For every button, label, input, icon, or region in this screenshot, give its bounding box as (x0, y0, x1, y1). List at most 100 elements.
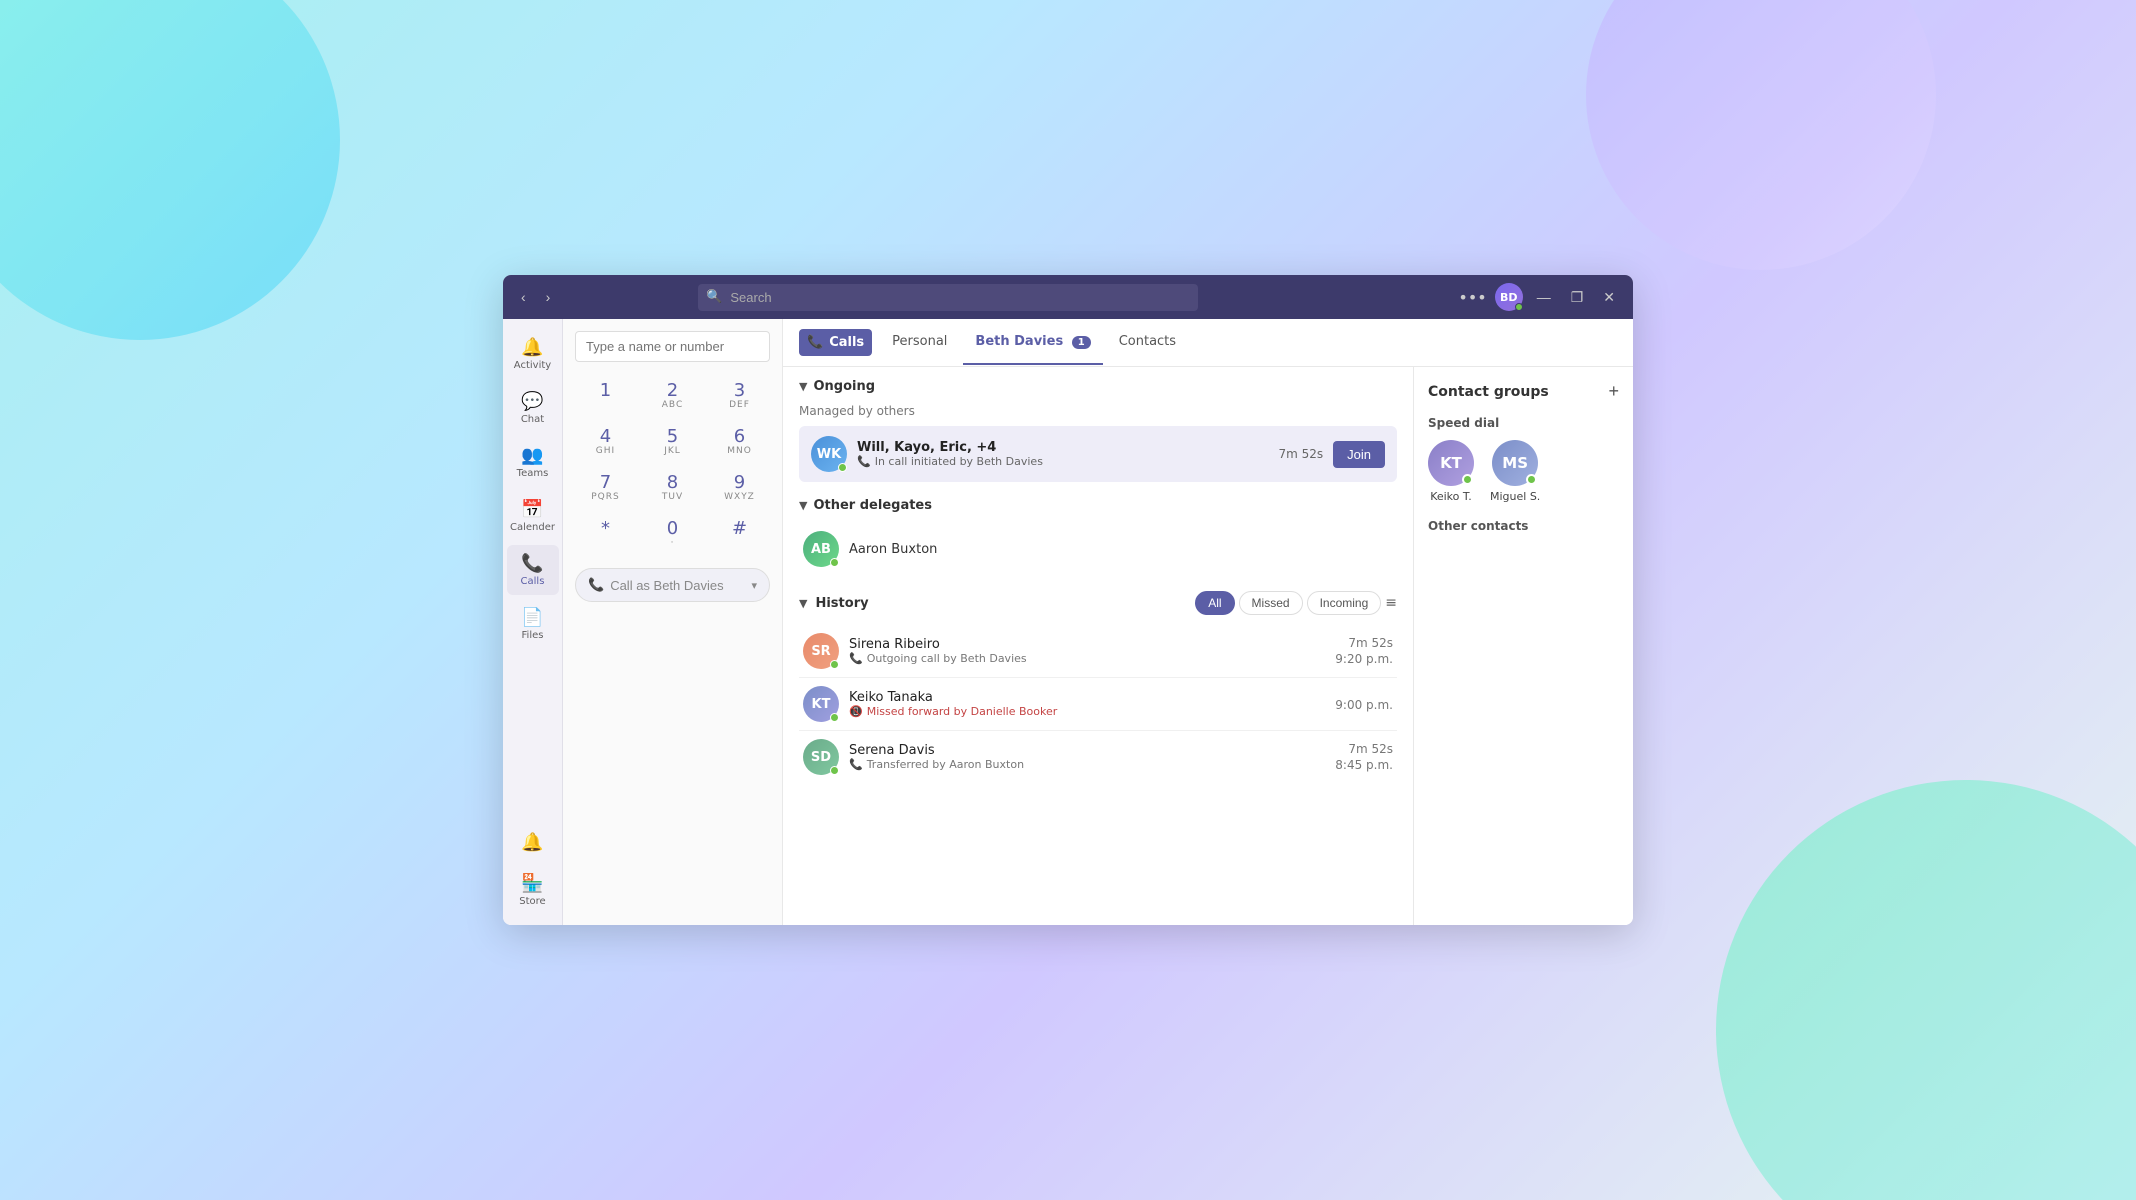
dial-key-2[interactable]: 2ABC (642, 376, 703, 416)
activity-icon: 🔔 (521, 337, 543, 358)
dial-key-3[interactable]: 3DEF (709, 376, 770, 416)
speed-dial-status-dot-keiko (1462, 474, 1473, 485)
sidebar-item-calender[interactable]: 📅 Calender (507, 491, 559, 541)
calls-main: ▼ Ongoing Managed by others WK Will, Kay… (783, 367, 1633, 925)
filter-options-icon[interactable]: ≡ (1385, 595, 1397, 611)
sidebar-item-teams[interactable]: 👥 Teams (507, 437, 559, 487)
filter-missed-button[interactable]: Missed (1239, 591, 1303, 615)
history-avatar-wrap: KT (803, 686, 839, 722)
history-right: 7m 52s 9:20 p.m. (1335, 636, 1393, 666)
ongoing-section-header: ▼ Ongoing (799, 379, 1397, 394)
history-info: Serena Davis 📞 Transferred by Aaron Buxt… (849, 743, 1325, 771)
minimize-button[interactable]: — (1531, 287, 1557, 307)
ongoing-avatar-wrap: WK (811, 436, 847, 472)
dialpad-search-input[interactable] (575, 331, 770, 362)
ongoing-title: Ongoing (813, 379, 875, 394)
tab-personal[interactable]: Personal (880, 320, 959, 365)
phone-icon: 📞 (588, 577, 604, 593)
sidebar-item-label: Files (522, 630, 544, 641)
sidebar-item-chat[interactable]: 💬 Chat (507, 383, 559, 433)
ongoing-call-name: Will, Kayo, Eric, +4 (857, 440, 1268, 455)
dial-key-0[interactable]: 0· (642, 514, 703, 554)
history-status-dot (830, 713, 839, 722)
calls-title: Calls (829, 335, 864, 350)
nav-forward-button[interactable]: › (540, 287, 557, 307)
dial-key-8[interactable]: 8TUV (642, 468, 703, 508)
search-input[interactable] (698, 284, 1198, 311)
add-contact-group-button[interactable]: + (1608, 381, 1619, 402)
history-title: History (815, 596, 868, 611)
missed-call-icon: 📵 (849, 705, 863, 718)
calls-tab-icon: 📞 Calls (799, 329, 872, 356)
sidebar-item-label: Teams (517, 468, 549, 479)
join-button[interactable]: Join (1333, 441, 1385, 468)
dial-key-7[interactable]: 7PQRS (575, 468, 636, 508)
history-avatar-wrap: SD (803, 739, 839, 775)
calls-phone-icon: 📞 (807, 335, 823, 350)
call-button-label: Call as Beth Davies (610, 578, 723, 593)
chevron-down-icon: ▾ (751, 579, 757, 592)
right-panel: Contact groups + Speed dial KT Keiko T. (1413, 367, 1633, 925)
tab-contacts[interactable]: Contacts (1107, 320, 1188, 365)
history-time: 9:00 p.m. (1335, 698, 1393, 712)
history-row: KT Keiko Tanaka 📵 Missed forward by Dani… (799, 678, 1397, 731)
dial-key-5[interactable]: 5JKL (642, 422, 703, 462)
notification-bell-icon: 🔔 (521, 832, 543, 853)
dial-key-1[interactable]: 1 (575, 376, 636, 416)
dial-key-9[interactable]: 9WXYZ (709, 468, 770, 508)
speed-dial-avatar-keiko: KT (1428, 440, 1474, 486)
history-collapse-arrow[interactable]: ▼ (799, 597, 807, 610)
sidebar-item-label: Activity (514, 360, 551, 371)
history-name: Keiko Tanaka (849, 690, 1325, 705)
sidebar-item-label: Calender (510, 522, 555, 533)
speed-dial-name-miguel: Miguel S. (1490, 490, 1540, 503)
main-content: 🔔 Activity 💬 Chat 👥 Teams 📅 Calender 📞 C… (503, 319, 1633, 925)
history-name: Serena Davis (849, 743, 1325, 758)
tabs-header: 📞 Calls Personal Beth Davies 1 Contacts (783, 319, 1633, 367)
other-contacts-title: Other contacts (1428, 519, 1619, 533)
filter-all-button[interactable]: All (1195, 591, 1234, 615)
ongoing-call-info: Will, Kayo, Eric, +4 📞 In call initiated… (857, 440, 1268, 468)
user-avatar[interactable]: BD (1495, 283, 1523, 311)
speed-dial-item-keiko[interactable]: KT Keiko T. (1428, 440, 1474, 503)
speed-dial-name-keiko: Keiko T. (1430, 490, 1472, 503)
delegate-avatar-wrap: AB (803, 531, 839, 567)
sidebar-item-activity[interactable]: 🔔 Activity (507, 329, 559, 379)
filter-buttons: All Missed Incoming ≡ (1195, 591, 1397, 615)
sidebar-item-store[interactable]: 🏪 Store (507, 865, 559, 915)
maximize-button[interactable]: ❐ (1565, 287, 1590, 308)
sidebar-item-notifications[interactable]: 🔔 (507, 824, 559, 861)
delegate-name: Aaron Buxton (849, 542, 937, 557)
history-status-dot (830, 766, 839, 775)
sidebar-item-calls[interactable]: 📞 Calls (507, 545, 559, 595)
ongoing-collapse-arrow[interactable]: ▼ (799, 380, 807, 393)
ongoing-call-sub: 📞 In call initiated by Beth Davies (857, 455, 1268, 468)
status-dot (1515, 303, 1523, 311)
phone-sub-icon: 📞 (857, 455, 871, 468)
delegates-collapse-arrow[interactable]: ▼ (799, 499, 807, 512)
dial-key-star[interactable]: * (575, 514, 636, 554)
dial-key-hash[interactable]: # (709, 514, 770, 554)
calls-icon: 📞 (521, 553, 543, 574)
filter-incoming-button[interactable]: Incoming (1307, 591, 1382, 615)
more-options-icon[interactable]: ••• (1458, 288, 1486, 307)
history-time: 9:20 p.m. (1335, 652, 1393, 666)
delegate-status-dot (830, 558, 839, 567)
dial-key-4[interactable]: 4GHI (575, 422, 636, 462)
call-as-button[interactable]: 📞 Call as Beth Davies ▾ (575, 568, 770, 602)
tab-beth-davies[interactable]: Beth Davies 1 (963, 320, 1102, 365)
dial-key-6[interactable]: 6MNO (709, 422, 770, 462)
history-right: 7m 52s 8:45 p.m. (1335, 742, 1393, 772)
history-sub: 📞 Transferred by Aaron Buxton (849, 758, 1325, 771)
nav-back-button[interactable]: ‹ (515, 287, 532, 307)
chat-icon: 💬 (521, 391, 543, 412)
close-button[interactable]: ✕ (1597, 287, 1621, 308)
nav-buttons[interactable]: ‹ › (515, 287, 556, 307)
history-duration: 7m 52s (1348, 636, 1393, 650)
delegates-title: Other delegates (813, 498, 932, 513)
sidebar-item-files[interactable]: 📄 Files (507, 599, 559, 649)
history-name: Sirena Ribeiro (849, 637, 1325, 652)
history-duration: 7m 52s (1348, 742, 1393, 756)
history-right: 9:00 p.m. (1335, 696, 1393, 712)
speed-dial-item-miguel[interactable]: MS Miguel S. (1490, 440, 1540, 503)
